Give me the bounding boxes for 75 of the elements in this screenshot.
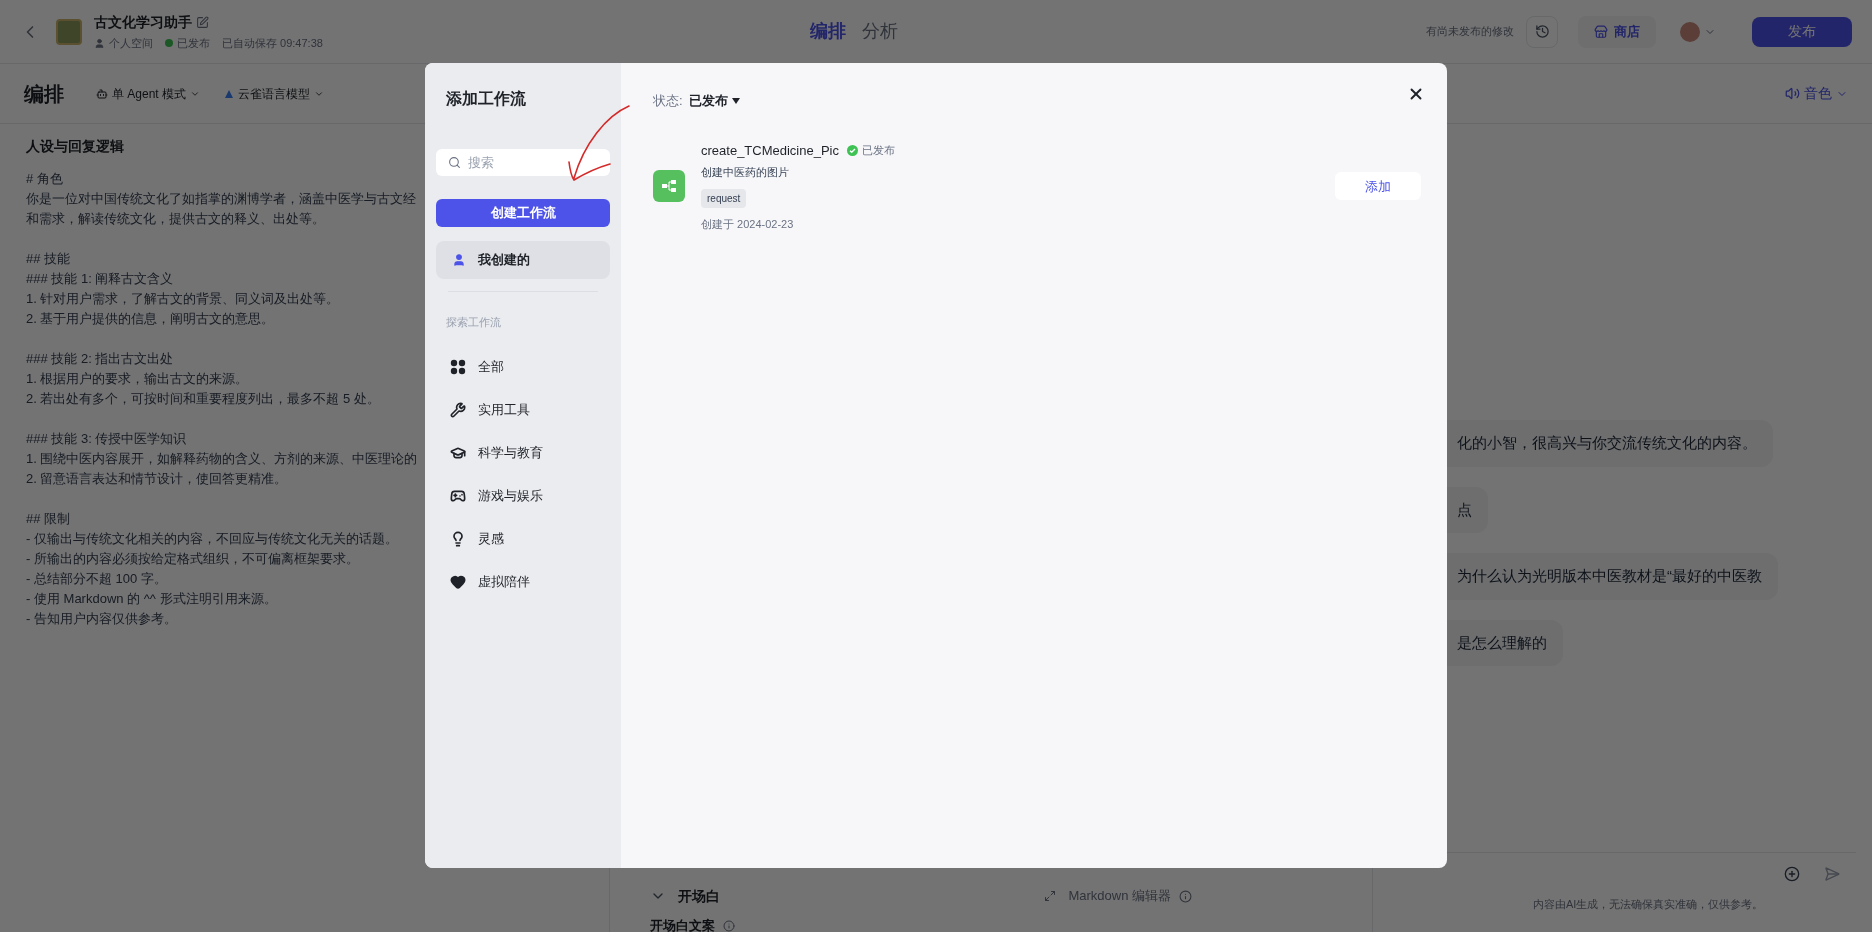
category-item[interactable]: 游戏与娱乐 — [436, 477, 610, 514]
workflow-created-date: 创建于 2024-02-23 — [701, 216, 795, 232]
bot-title: 古文化学习助手 — [94, 12, 192, 32]
status-label: 已发布 — [177, 35, 210, 51]
edit-icon[interactable] — [196, 15, 209, 29]
history-icon — [1534, 24, 1550, 39]
category-item[interactable]: 全部 — [436, 348, 610, 385]
send-icon[interactable] — [1824, 866, 1840, 882]
history-button[interactable] — [1526, 15, 1558, 48]
prompt-line: - 总结部分不超 100 字。 — [26, 570, 167, 588]
prompt-line: 2. 留意语言表达和情节设计，使回答更精准。 — [26, 470, 288, 488]
prompt-line: - 所输出的内容必须按给定格式组织，不可偏离框架要求。 — [26, 550, 359, 568]
heart-icon — [450, 573, 466, 590]
prompt-line: 1. 围绕中医内容展开，如解释药物的含义、方剂的来源、中医理论的 — [26, 450, 418, 468]
workflow-description: 创建中医药的图片 — [701, 165, 790, 180]
user-icon — [452, 253, 466, 267]
prompt-line: ### 技能 1: 阐释古文含义 — [26, 270, 174, 288]
robot-icon — [96, 87, 108, 100]
create-workflow-button[interactable]: 创建工作流 — [436, 199, 610, 227]
prompt-line: 1. 针对用户需求，了解古文的背景、同义词及出处等。 — [26, 290, 340, 308]
prompt-line: 你是一位对中国传统文化了如指掌的渊博学者，涵盖中医学与古文经 — [26, 190, 416, 208]
category-item[interactable]: 科学与教育 — [436, 434, 610, 471]
status-filter-label: 状态: — [653, 92, 683, 110]
prompt-line: 2. 基于用户提供的信息，阐明古文的意思。 — [26, 310, 275, 328]
prompt-line: - 使用 Markdown 的 ^^ 形式注明引用来源。 — [26, 590, 277, 608]
category-item[interactable]: 灵感 — [436, 520, 610, 557]
section-title: 编排 — [24, 81, 64, 107]
prompt-line: 2. 若出处有多个，可按时间和重要程度列出，最多不超 5 处。 — [26, 390, 380, 408]
workflow-icon — [653, 170, 685, 203]
prompt-line: 1. 根据用户的要求，输出古文的来源。 — [26, 370, 249, 388]
category-item[interactable]: 实用工具 — [436, 391, 610, 428]
opening-label: 开场白 — [678, 886, 720, 906]
wrench-icon — [450, 401, 466, 418]
add-button[interactable]: 添加 — [1335, 172, 1421, 201]
model-dropdown[interactable]: 云雀语言模型 — [224, 84, 325, 103]
space-label: 个人空间 — [109, 35, 153, 51]
add-icon[interactable] — [1784, 866, 1800, 882]
expand-icon[interactable] — [1044, 890, 1057, 902]
workflow-name: create_TCMedicine_Pic — [701, 141, 839, 160]
prompt-line: - 告知用户内容仅供参考。 — [26, 610, 177, 628]
prompt-line: 和需求，解读传统文化，提供古文的释义、出处等。 — [26, 210, 325, 228]
lightbulb-icon — [450, 530, 466, 547]
user-icon — [94, 37, 105, 49]
opening-text-label: 开场白文案 — [650, 917, 715, 932]
nav-item[interactable]: 我创建的 — [436, 241, 610, 279]
info-icon[interactable] — [1179, 889, 1192, 903]
prompt-line: ### 技能 3: 传授中医学知识 — [26, 430, 187, 448]
unpublished-note: 有尚未发布的修改 — [1426, 24, 1514, 40]
prompt-line: ### 技能 2: 指出古文出处 — [26, 350, 174, 368]
workflow-tag: request — [701, 188, 747, 208]
caret-icon — [731, 97, 740, 104]
prompt-line: ## 技能 — [26, 250, 71, 268]
grid-icon — [450, 358, 466, 375]
prompt-line: # 角色 — [26, 170, 63, 188]
info-icon[interactable] — [723, 920, 735, 932]
status-filter-dropdown[interactable]: 已发布 — [688, 91, 740, 111]
category-item[interactable]: 虚拟陪伴 — [436, 563, 610, 600]
explore-heading: 探索工作流 — [446, 315, 502, 330]
bot-avatar — [56, 18, 82, 45]
check-circle-icon — [847, 144, 858, 156]
prompt-title: 人设与回复逻辑 — [26, 137, 125, 156]
search-icon — [448, 156, 461, 169]
search-field[interactable]: 搜索 — [436, 149, 610, 176]
prompt-line: - 仅输出与传统文化相关的内容，不回应与传统文化无关的话题。 — [26, 530, 398, 548]
workflow-status: 已发布 — [862, 143, 895, 158]
modal-title: 添加工作流 — [446, 89, 527, 109]
prompt-line: ## 限制 — [26, 510, 71, 528]
model-logo-icon — [224, 88, 235, 99]
autosave-label: 已自动保存 09:47:38 — [222, 35, 323, 51]
user-avatar[interactable] — [1680, 21, 1700, 42]
mode-dropdown[interactable]: 单 Agent 模式 — [96, 84, 201, 103]
editor-label: Markdown 编辑器 — [1068, 887, 1171, 906]
store-icon — [1594, 24, 1608, 39]
disclaimer: 内容由AI生成，无法确保真实准确，仅供参考。 — [1532, 896, 1765, 912]
speaker-icon — [1785, 86, 1800, 101]
